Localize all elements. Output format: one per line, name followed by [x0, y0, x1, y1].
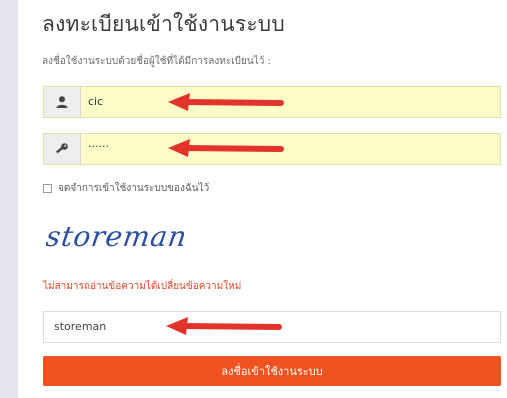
- remember-checkbox[interactable]: [43, 184, 52, 193]
- login-button-label: ลงชื่อเข้าใช้งานระบบ: [221, 365, 323, 378]
- captcha-error[interactable]: ไม่สามารถอ่านข้อความได้เปลี่ยนข้อความใหม…: [43, 279, 241, 294]
- remember-label: จดจำการเข้าใช้งานระบบของฉันไว้: [58, 183, 210, 194]
- username-value: cic: [88, 95, 104, 108]
- remember-me[interactable]: จดจำการเข้าใช้งานระบบของฉันไว้: [43, 181, 209, 196]
- captcha-image: storeman: [44, 210, 206, 266]
- login-instructions: ลงชื่อใช้งานระบบด้วยชื่อผู้ใช้ที่ได้มีกา…: [42, 56, 271, 67]
- page-title: ลงทะเบียนเข้าใช้งานระบบ: [42, 12, 285, 36]
- red-arrow-icon: [168, 93, 284, 111]
- login-button[interactable]: ลงชื่อเข้าใช้งานระบบ: [43, 356, 501, 386]
- red-arrow-icon: [168, 139, 284, 157]
- captcha-input-value: storeman: [54, 320, 107, 333]
- login-panel: ลงทะเบียนเข้าใช้งานระบบ ลงชื่อใช้งานระบบ…: [18, 0, 507, 398]
- user-icon: [44, 87, 81, 117]
- key-icon: [44, 134, 81, 164]
- password-value: ······: [88, 140, 109, 153]
- red-arrow-icon: [166, 317, 282, 335]
- captcha-text: storeman: [46, 220, 189, 253]
